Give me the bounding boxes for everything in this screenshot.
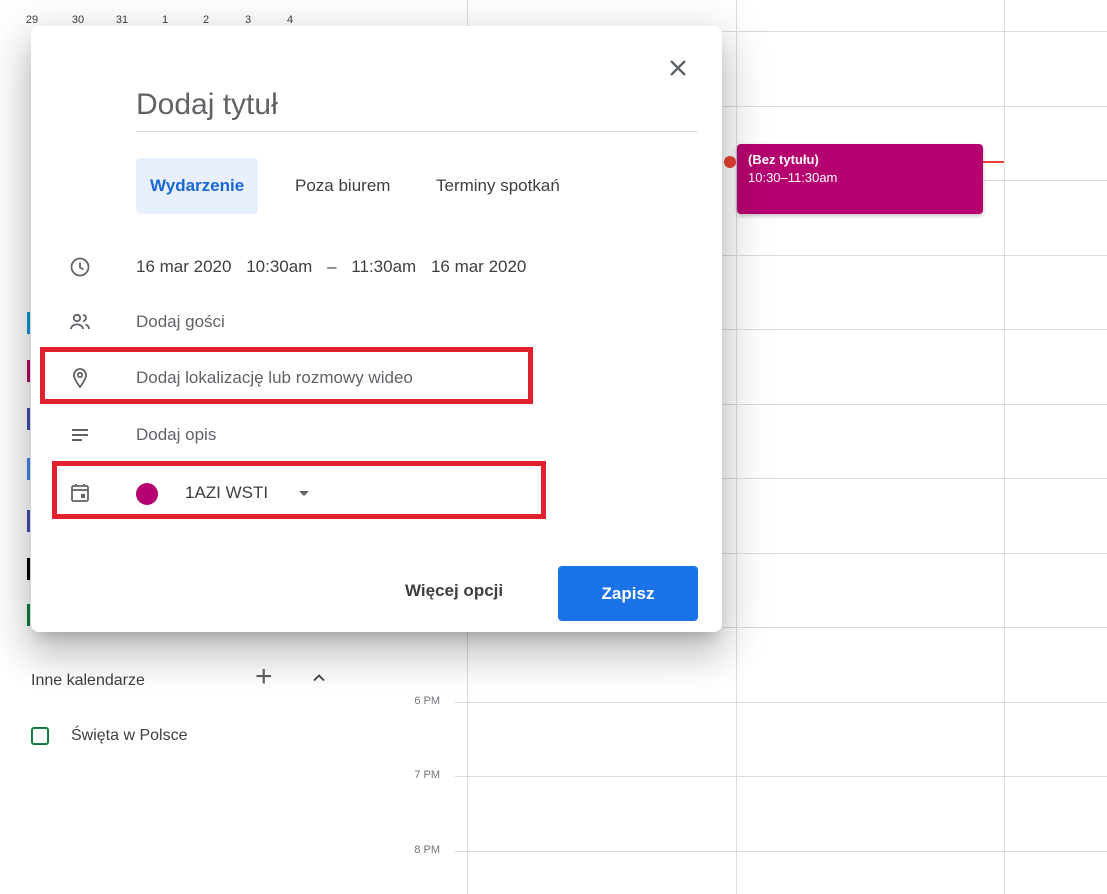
- tab-event[interactable]: Wydarzenie: [136, 158, 259, 214]
- time-label: 8 PM: [414, 844, 440, 856]
- clock-icon: [70, 257, 90, 277]
- end-date[interactable]: 16 mar 2020: [431, 257, 526, 276]
- grid-hour-line: [722, 478, 1107, 479]
- grid-hour-line: [722, 31, 1107, 32]
- add-calendar-icon[interactable]: +: [255, 661, 273, 693]
- time-separator: –: [327, 257, 337, 276]
- grid-divider: [736, 0, 737, 894]
- current-time-line: [983, 161, 1004, 163]
- calendar-color-strip: [27, 604, 30, 626]
- grid-hour-line: [722, 404, 1107, 405]
- people-icon: [70, 313, 90, 330]
- chevron-up-icon[interactable]: [309, 668, 329, 688]
- calendar-color-strip: [27, 408, 30, 430]
- grid-divider: [1004, 0, 1005, 894]
- save-button[interactable]: Zapisz: [558, 566, 698, 621]
- guests-row[interactable]: Dodaj gości: [31, 302, 722, 342]
- event-time: 10:30–11:30am: [748, 170, 838, 185]
- grid-hour-line: [722, 627, 1107, 628]
- location-highlight-box: [40, 347, 533, 404]
- calendar-color-strip: [27, 510, 30, 532]
- add-guests-label: Dodaj gości: [136, 312, 225, 331]
- datetime-row: 16 mar 2020 10:30am – 11:30am 16 mar 202…: [31, 247, 722, 287]
- grid-hour-line: [722, 255, 1107, 256]
- other-calendars-heading[interactable]: Inne kalendarze: [31, 672, 145, 690]
- grid-hour-line: [455, 702, 1107, 703]
- tab-appointment-slots[interactable]: Terminy spotkań: [422, 158, 574, 214]
- calendar-color-strip: [27, 360, 30, 382]
- grid-hour-line: [722, 329, 1107, 330]
- title-input[interactable]: [136, 81, 698, 132]
- event-title: (Bez tytułu): [748, 152, 819, 167]
- calendar-checkbox[interactable]: [31, 727, 49, 745]
- calendar-color-strip: [27, 558, 30, 580]
- start-date[interactable]: 16 mar 2020: [136, 257, 231, 276]
- mini-calendar-day[interactable]: 31: [111, 14, 133, 26]
- quick-event-dialog: Wydarzenie Poza biurem Terminy spotkań 1…: [31, 26, 722, 632]
- grid-hour-line: [722, 553, 1107, 554]
- end-time[interactable]: 11:30am: [351, 257, 416, 276]
- notes-icon: [72, 429, 88, 441]
- calendar-color-strip: [27, 458, 30, 480]
- more-options-button[interactable]: Więcej opcji: [397, 569, 511, 613]
- current-time-dot: [724, 156, 736, 168]
- mini-calendar-day[interactable]: 2: [195, 14, 217, 26]
- datetime-values: 16 mar 2020 10:30am – 11:30am 16 mar 202…: [136, 257, 536, 277]
- calendar-highlight-box: [52, 461, 546, 519]
- event-card[interactable]: (Bez tytułu) 10:30–11:30am: [737, 144, 983, 214]
- mini-calendar-day[interactable]: 3: [237, 14, 259, 26]
- calendar-color-strip: [27, 312, 30, 334]
- tab-out-of-office[interactable]: Poza biurem: [281, 158, 404, 214]
- mini-calendar-day[interactable]: 30: [67, 14, 89, 26]
- add-description-label: Dodaj opis: [136, 425, 217, 444]
- mini-calendar-day[interactable]: 1: [154, 14, 176, 26]
- mini-calendar-day[interactable]: 29: [21, 14, 43, 26]
- grid-hour-line: [722, 106, 1107, 107]
- close-icon[interactable]: [664, 54, 692, 82]
- time-label: 7 PM: [414, 769, 440, 781]
- grid-hour-line: [983, 180, 1107, 181]
- calendar-label: Święta w Polsce: [71, 727, 188, 744]
- grid-hour-line: [455, 851, 1107, 852]
- time-label: 6 PM: [414, 695, 440, 707]
- grid-hour-line: [455, 776, 1107, 777]
- mini-calendar-day[interactable]: 4: [279, 14, 301, 26]
- start-time[interactable]: 10:30am: [246, 257, 312, 276]
- description-row[interactable]: Dodaj opis: [31, 415, 722, 455]
